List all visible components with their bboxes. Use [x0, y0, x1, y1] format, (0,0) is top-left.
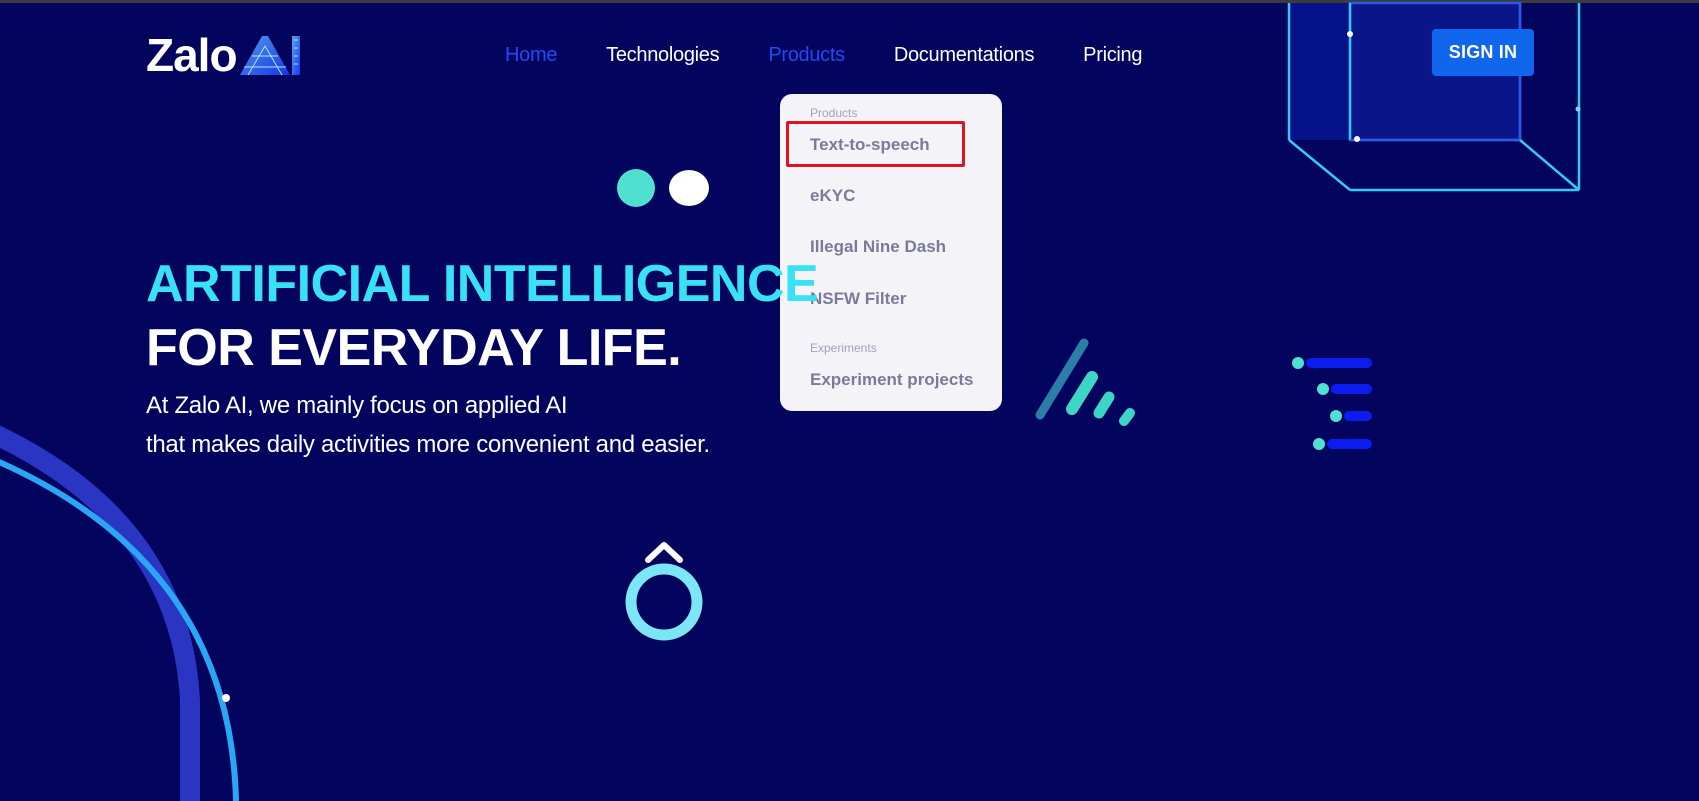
menu-item-illegal-nine-dash[interactable]: Illegal Nine Dash: [810, 237, 946, 257]
teal-blob: [617, 169, 655, 207]
hero-description-line-2: that makes daily activities more conveni…: [146, 431, 710, 458]
nav-technologies[interactable]: Technologies: [606, 44, 719, 67]
zalo-ai-logo[interactable]: Zalo AI: [146, 30, 302, 80]
hero-title-line-2: FOR EVERYDAY LIFE.: [146, 319, 682, 377]
slash-bar-4: [1119, 408, 1135, 426]
nav-documentations[interactable]: Documentations: [894, 44, 1035, 67]
list-dot-3: [1330, 410, 1342, 422]
cube-dot-1: [1347, 31, 1353, 37]
main-nav: Home Technologies Products Documentation…: [505, 40, 1191, 70]
list-bar-2: [1331, 384, 1372, 394]
menu-item-experiment-projects[interactable]: Experiment projects: [810, 370, 973, 390]
menu-item-nsfw-filter[interactable]: NSFW Filter: [810, 289, 906, 309]
menu-item-text-to-speech[interactable]: Text-to-speech: [810, 135, 930, 155]
cube-dot-2: [1354, 136, 1360, 142]
slash-bar-2: [1066, 371, 1098, 415]
list-dot-2: [1317, 383, 1329, 395]
ring-hat: [645, 542, 683, 563]
list-bar-4: [1327, 439, 1372, 449]
hero-title-line-1: ARTIFICIAL INTELLIGENCE: [146, 255, 819, 313]
left-arc-dot: [222, 694, 230, 702]
cube-dot-3: [1575, 106, 1581, 112]
logo-ai-mark: [239, 36, 300, 76]
left-arc-thick: [0, 425, 200, 801]
white-blob: [669, 170, 709, 206]
sign-in-button[interactable]: SIGN IN: [1432, 29, 1534, 76]
list-dot-1: [1292, 357, 1304, 369]
nav-home[interactable]: Home: [505, 44, 557, 67]
dropdown-section-experiments: Experiments: [810, 341, 877, 355]
hero-description-line-1: At Zalo AI, we mainly focus on applied A…: [146, 392, 568, 419]
nav-pricing[interactable]: Pricing: [1083, 44, 1142, 67]
menu-item-ekyc[interactable]: eKYC: [810, 186, 855, 206]
logo-text: Zalo: [146, 29, 238, 81]
ring-shape: [625, 563, 703, 641]
list-bar-1: [1306, 358, 1372, 368]
products-dropdown: Products Text-to-speech eKYC Illegal Nin…: [780, 94, 1002, 411]
nav-products[interactable]: Products: [768, 44, 845, 67]
hero-description: At Zalo AI, we mainly focus on applied A…: [146, 386, 710, 464]
list-bar-3: [1344, 411, 1372, 421]
dropdown-section-products: Products: [810, 106, 858, 120]
slash-bar-3: [1093, 391, 1115, 419]
list-dot-4: [1313, 438, 1325, 450]
